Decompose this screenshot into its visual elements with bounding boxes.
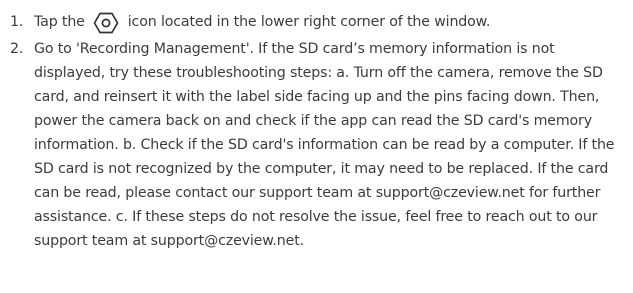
step-2: 2. Go to 'Recording Management'. If the … <box>10 37 623 253</box>
step-text-before-icon: Tap the <box>34 14 85 30</box>
step-text: Go to 'Recording Management'. If the SD … <box>34 41 615 249</box>
step-1: 1. Tap the icon located in the lower rig… <box>10 6 623 39</box>
step-number: 1. <box>10 14 24 30</box>
instructions-document: 1. Tap the icon located in the lower rig… <box>0 0 633 293</box>
step-text-after-icon: icon located in the lower right corner o… <box>127 14 491 30</box>
step-number: 2. <box>10 41 24 57</box>
step-text: Tap the icon located in the lower right … <box>34 6 623 39</box>
settings-hexagon-icon <box>92 9 120 37</box>
